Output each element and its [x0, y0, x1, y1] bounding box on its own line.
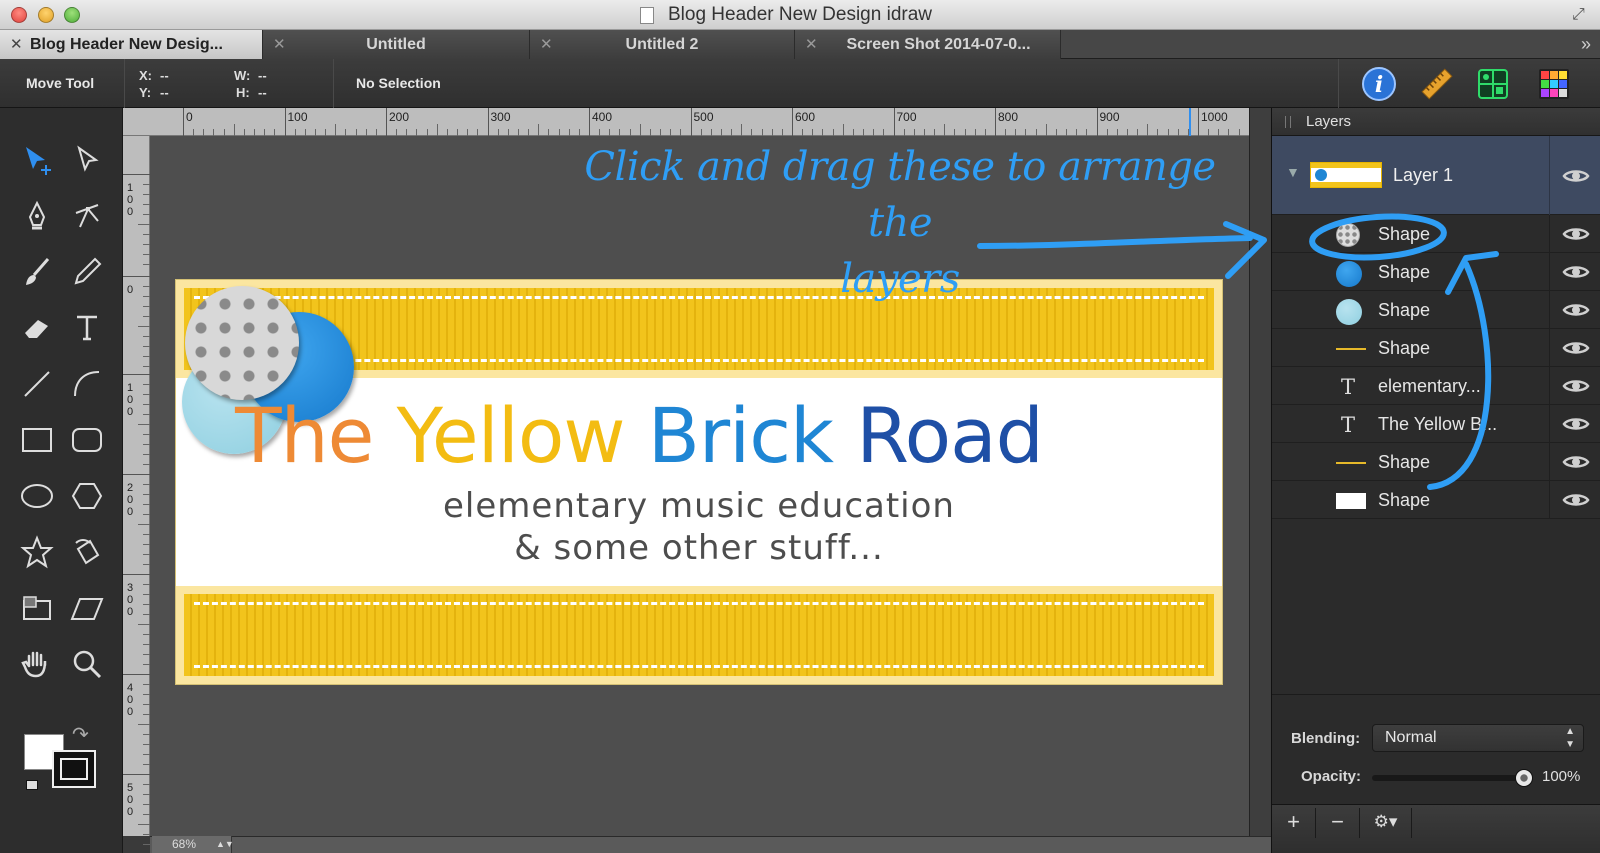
selection-loop: [1309, 213, 1447, 261]
annotation-arrows: [977, 213, 1499, 490]
right-arrow-head: [1223, 221, 1267, 279]
curved-arrow-shaft: [1427, 261, 1492, 490]
app-window: Blog Header New Design idraw ⤢ ✕ Blog He…: [0, 0, 1600, 853]
right-arrow-shaft: [977, 235, 1253, 249]
